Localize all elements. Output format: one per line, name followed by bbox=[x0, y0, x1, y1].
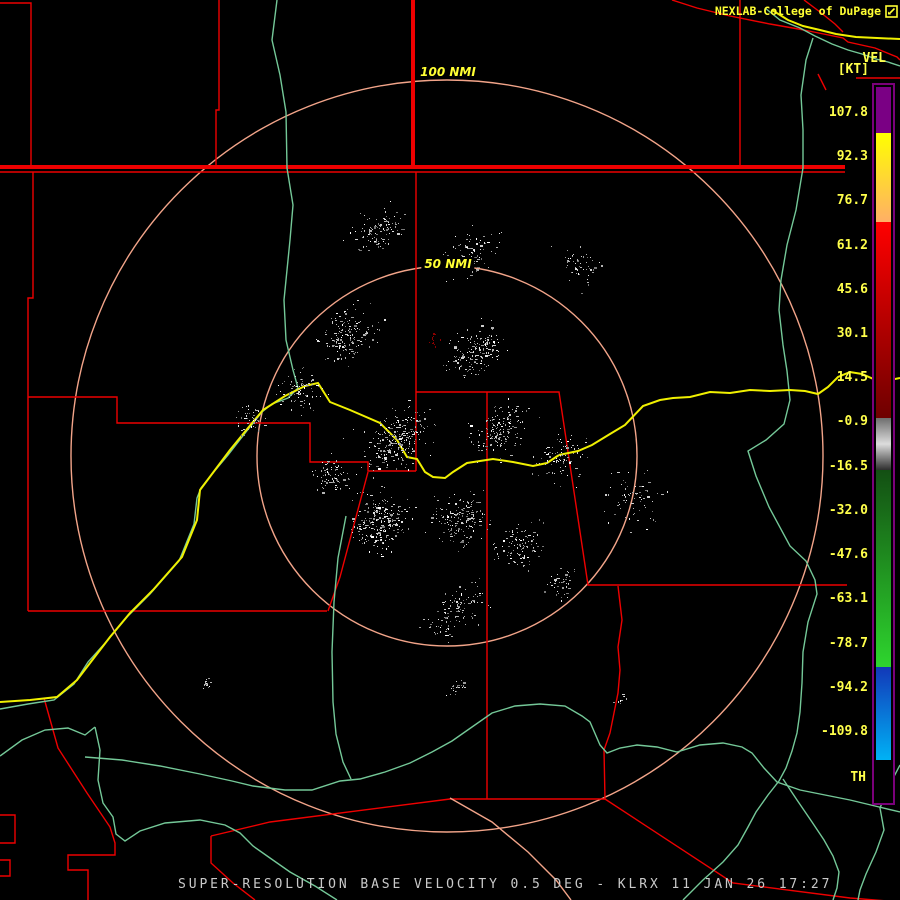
range-ring-label-100nmi: 100 NMI bbox=[417, 65, 479, 79]
colorbar-segments bbox=[876, 87, 891, 801]
interstate-roads-layer bbox=[0, 9, 900, 703]
colorbar-tick: -47.6 bbox=[828, 547, 868, 562]
radar-map bbox=[0, 0, 900, 900]
range-ring-label-50nmi: 50 NMI bbox=[421, 257, 475, 271]
colorbar-tick: 76.7 bbox=[836, 193, 868, 208]
colorbar-tick: -16.5 bbox=[828, 459, 868, 474]
range-rings-layer bbox=[70, 79, 824, 833]
box-diagonal-arrow-icon[interactable] bbox=[885, 4, 898, 18]
product-caption: SUPER-RESOLUTION BASE VELOCITY 0.5 DEG -… bbox=[178, 877, 833, 892]
colorbar-tick: 14.5 bbox=[836, 370, 868, 385]
rivers-layer bbox=[0, 0, 900, 900]
colorbar-tick: 45.6 bbox=[836, 282, 868, 297]
velocity-echoes-layer bbox=[203, 201, 668, 704]
threshold-label: TH bbox=[850, 770, 866, 785]
colorbar-tick: 92.3 bbox=[836, 149, 868, 164]
colorbar-tick: -109.8 bbox=[821, 724, 868, 739]
colorbar-tick: -63.1 bbox=[828, 591, 868, 606]
colorbar-tick: 30.1 bbox=[836, 326, 868, 341]
colorbar-tick: -78.7 bbox=[828, 636, 868, 651]
colorbar-tick: 61.2 bbox=[836, 238, 868, 253]
colorbar-tick: -32.0 bbox=[828, 503, 868, 518]
colorbar-tick: -94.2 bbox=[828, 680, 868, 695]
colorbar-tick: -0.9 bbox=[836, 414, 868, 429]
header-brand-link[interactable]: NEXLAB-College of DuPage bbox=[715, 4, 881, 18]
velocity-colorbar bbox=[872, 83, 895, 805]
county-boundaries-layer bbox=[0, 0, 900, 900]
unit-label: [KT] bbox=[837, 62, 869, 77]
header: NEXLAB-College of DuPage bbox=[715, 4, 898, 18]
colorbar-tick: 107.8 bbox=[828, 105, 868, 120]
radar-display: 100 NMI 50 NMI NEXLAB-College of DuPage … bbox=[0, 0, 900, 900]
